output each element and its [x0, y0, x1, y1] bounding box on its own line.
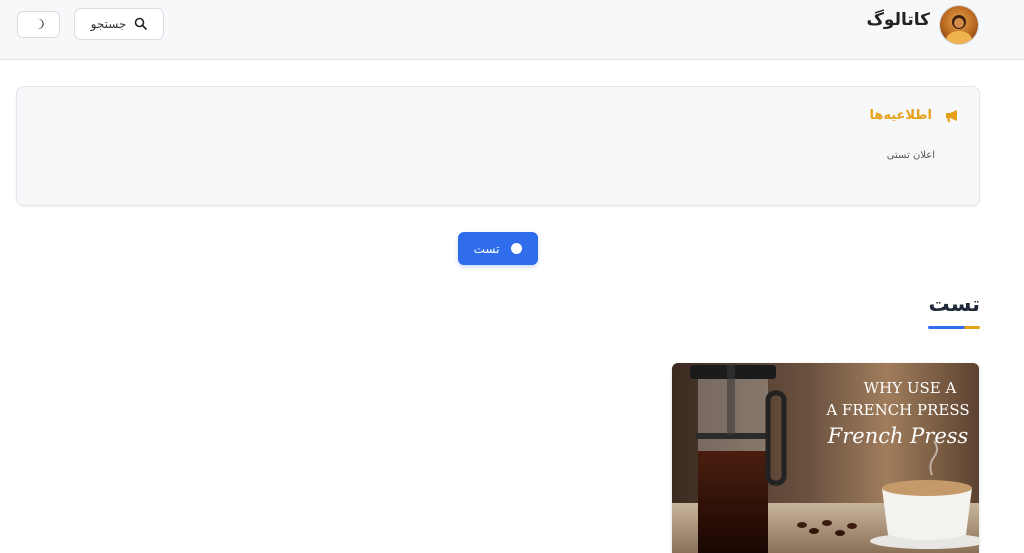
circle-icon — [511, 243, 523, 254]
card-image-text-2: A FRENCH PRESS — [825, 401, 969, 419]
test-button[interactable]: تست — [458, 232, 538, 265]
announcement-card: اطلاعیه‌ها اعلان تستی — [16, 86, 980, 206]
announcement-text: اعلان تستی — [886, 150, 935, 161]
megaphone-icon — [942, 107, 962, 125]
avatar-image — [946, 15, 972, 44]
search-button-label: جستجو — [90, 17, 127, 31]
search-button[interactable]: جستجو — [74, 8, 164, 40]
post-card[interactable]: WHY USE A A FRENCH PRESS French Press — [672, 363, 979, 553]
section-title-underline — [928, 326, 980, 329]
section-title: تست — [928, 292, 981, 316]
test-button-label: تست — [473, 241, 500, 256]
moon-icon — [33, 15, 45, 34]
theme-toggle-button[interactable] — [17, 11, 60, 38]
card-image-text-3: French Press — [827, 424, 969, 448]
search-icon — [134, 15, 148, 34]
brand-title[interactable]: کاتالوگ — [860, 6, 930, 34]
post-card-image: WHY USE A A FRENCH PRESS French Press — [672, 363, 979, 553]
top-header: کاتالوگ جستجو — [0, 0, 1024, 60]
card-image-text-1: WHY USE A — [864, 379, 957, 397]
brand-avatar[interactable] — [940, 6, 978, 44]
announcement-title: اطلاعیه‌ها — [869, 108, 932, 123]
